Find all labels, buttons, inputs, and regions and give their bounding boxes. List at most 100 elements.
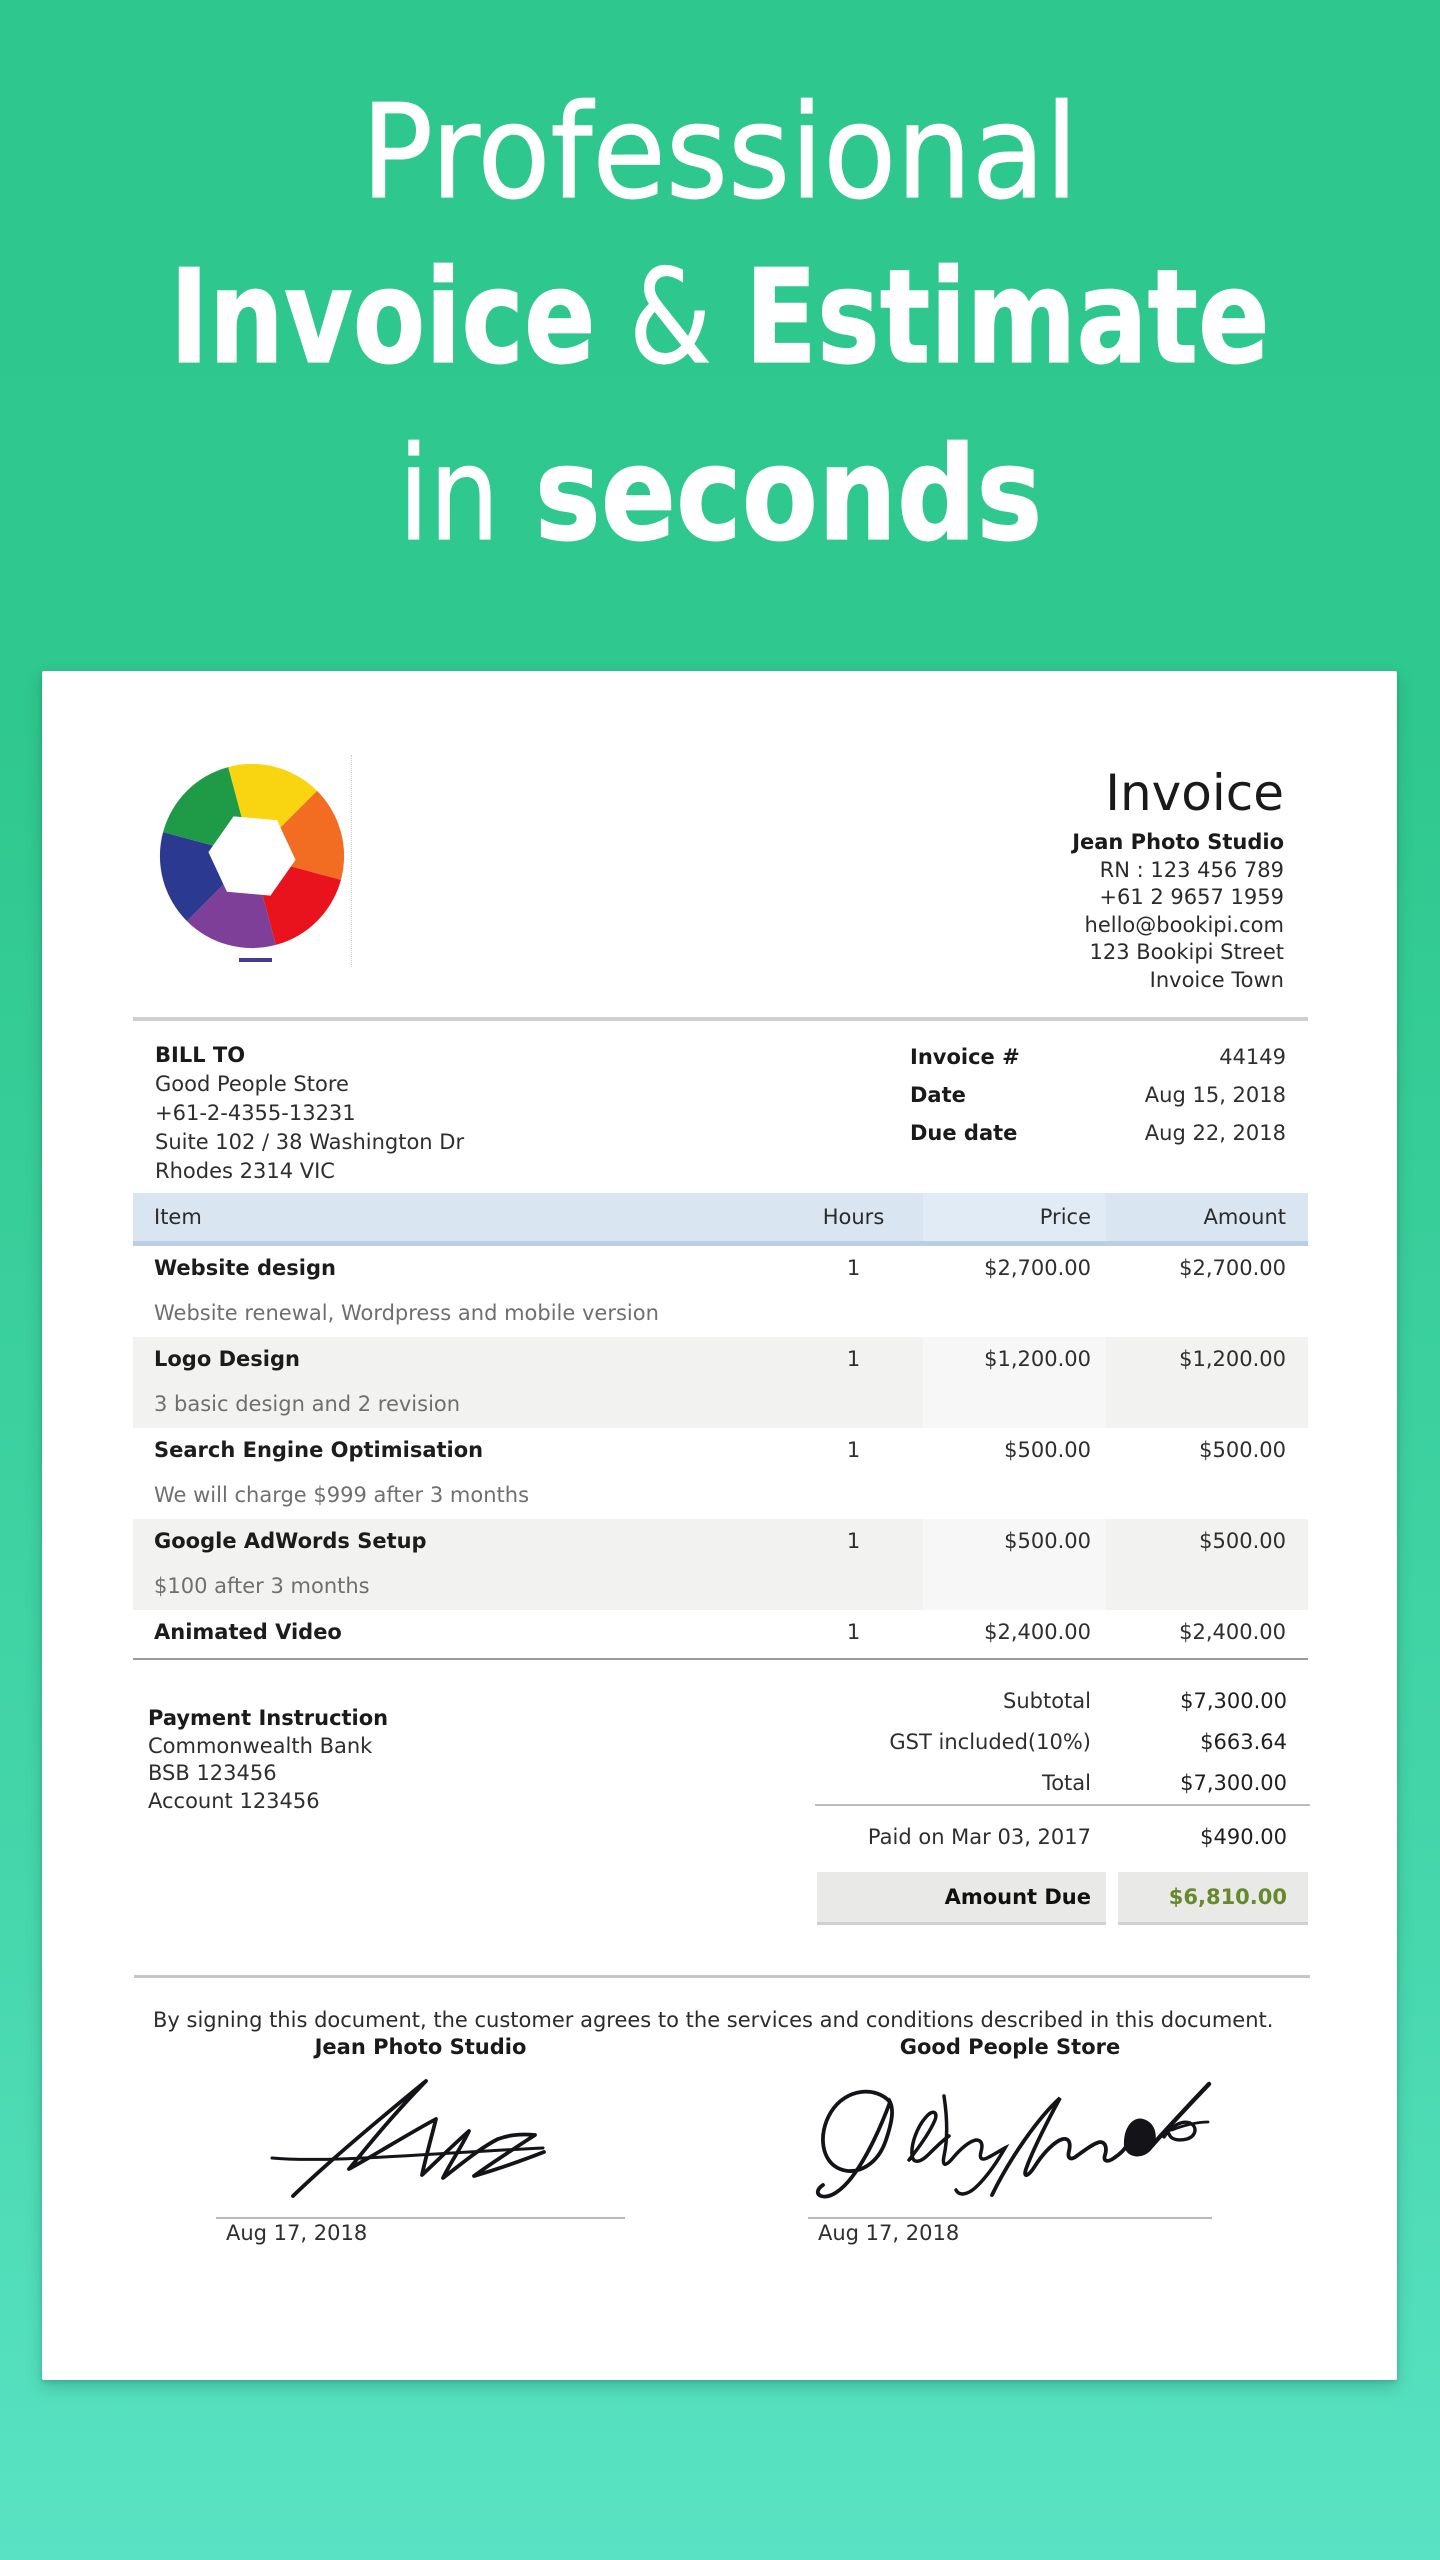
meta-row: Due date Aug 22, 2018 [910, 1114, 1286, 1152]
signing-statement: By signing this document, the customer a… [153, 2008, 1274, 2032]
item-row-cells: Google AdWords Setup 1 $500.00 $500.00 [133, 1526, 1308, 1556]
item-hours: 1 [846, 1620, 861, 1644]
payment-bank: Commonwealth Bank [148, 1733, 373, 1758]
item-row-cells: Logo Design 1 $1,200.00 $1,200.00 [133, 1344, 1308, 1374]
item-row-cells: Search Engine Optimisation 1 $500.00 $500.0… [133, 1435, 1308, 1465]
company-logo-shutter-icon [159, 763, 345, 949]
paid-row-cells: Paid on Mar 03, 2017 $490.00 [817, 1817, 1308, 1858]
item-name: Google AdWords Setup [154, 1529, 427, 1553]
hero-line-2-text: Invoice & Estimate [170, 251, 1271, 382]
item-description: $100 after 3 months [154, 1574, 370, 1598]
item-row: Search Engine Optimisation 1 $500.00 $500.0… [133, 1428, 1308, 1519]
total-row: GST included(10%) $663.64 [817, 1722, 1308, 1763]
meta-label: Date [910, 1083, 966, 1107]
item-description: 3 basic design and 2 revision [154, 1392, 461, 1416]
hero-line-1: Professional [0, 86, 1440, 217]
item-price: $2,700.00 [984, 1256, 1091, 1280]
meta-value: 44149 [1219, 1045, 1286, 1069]
bill-to-address-1: Suite 102 / 38 Washington Dr [155, 1130, 465, 1154]
item-row: Animated Video 1 $2,400.00 $2,400.00 [133, 1610, 1308, 1660]
column-header-amount: Amount [1203, 1205, 1286, 1229]
items-table-header: Item Hours Price Amount [133, 1193, 1308, 1246]
total-label: Total [1041, 1771, 1091, 1795]
company-phone: +61 2 9657 1959 [1099, 885, 1284, 909]
item-name: Website design [154, 1256, 336, 1280]
meta-row: Invoice # 44149 [910, 1038, 1286, 1076]
item-description: We will charge $999 after 3 months [154, 1483, 530, 1507]
bill-to-address-2: Rhodes 2314 VIC [155, 1159, 335, 1183]
item-price: $500.00 [1004, 1529, 1091, 1553]
total-label: Subtotal [1003, 1689, 1091, 1713]
item-description: Website renewal, Wordpress and mobile ve… [154, 1301, 659, 1325]
invoice-title: Invoice [1105, 764, 1284, 822]
hero-line-3-text: in seconds [397, 428, 1042, 559]
item-row: Website design 1 $2,700.00 $2,700.00 Website… [133, 1246, 1308, 1337]
signature-scribble-customer [815, 2081, 1212, 2199]
items-table-body: Website design 1 $2,700.00 $2,700.00 Website… [133, 1246, 1308, 1660]
items-table: Item Hours Price Amount Website design 1 $… [133, 1193, 1308, 1660]
signature-name-customer: Good People Store [899, 2035, 1121, 2059]
company-address-1: 123 Bookipi Street [1089, 940, 1284, 964]
column-header-hours: Hours [822, 1205, 885, 1229]
totals-divider [815, 1804, 1310, 1806]
company-rn: RN : 123 456 789 [1099, 857, 1284, 882]
item-hours: 1 [846, 1438, 861, 1462]
item-row: Google AdWords Setup 1 $500.00 $500.00 $100 … [133, 1519, 1308, 1610]
item-hours: 1 [846, 1347, 861, 1371]
hero-ampersand: & [629, 241, 712, 393]
company-name: Jean Photo Studio [1072, 830, 1284, 854]
payment-instruction-block: Payment Instruction Commonwealth Bank BS… [148, 1705, 388, 1815]
bill-to-block: BILL TO Good People Store +61-2-4355-132… [155, 1041, 464, 1186]
hero-word-invoice: Invoice [169, 241, 597, 393]
meta-label: Due date [910, 1121, 1018, 1145]
item-amount: $2,700.00 [1179, 1256, 1286, 1280]
item-amount: $1,200.00 [1179, 1347, 1286, 1371]
signature-date-company: Aug 17, 2018 [226, 2221, 368, 2245]
payment-account: Account 123456 [148, 1788, 320, 1813]
hero-word-professional: Professional [361, 76, 1079, 228]
paid-value: $490.00 [1200, 1825, 1287, 1849]
item-price: $500.00 [1004, 1438, 1091, 1462]
signature-block-customer: Good People Store Aug 17, 2018 [808, 2032, 1212, 2245]
column-header-price: Price [923, 1193, 1106, 1241]
item-amount: $500.00 [1199, 1529, 1286, 1553]
item-amount: $500.00 [1199, 1438, 1286, 1462]
amount-due-value: $6,810.00 [1118, 1872, 1308, 1925]
totals-block: Subtotal $7,300.00 GST included(10%) $663.6… [817, 1681, 1308, 1804]
total-value: $7,300.00 [1180, 1689, 1287, 1713]
company-email: hello@bookipi.com [1084, 912, 1284, 937]
total-label: GST included(10%) [889, 1730, 1091, 1754]
item-name: Search Engine Optimisation [154, 1438, 484, 1462]
item-hours: 1 [846, 1529, 861, 1553]
paid-row: Paid on Mar 03, 2017 $490.00 [817, 1817, 1308, 1858]
bill-to-label: BILL TO [155, 1043, 246, 1067]
company-block: Jean Photo Studio RN : 123 456 789 +61 2… [1072, 829, 1284, 994]
bill-to-name: Good People Store [155, 1072, 349, 1096]
signature-scribble-company [270, 2079, 546, 2198]
invoice-meta: Invoice # 44149 Date Aug 15, 2018 Due date Au… [910, 1038, 1286, 1152]
total-row: Total $7,300.00 [817, 1763, 1308, 1804]
footer-divider [134, 1975, 1310, 1978]
item-row: Logo Design 1 $1,200.00 $1,200.00 3 basic de… [133, 1337, 1308, 1428]
word-space [712, 241, 746, 393]
hero-line-2: Invoice & Estimate [0, 251, 1440, 382]
item-row-cells: Website design 1 $2,700.00 $2,700.00 [133, 1253, 1308, 1283]
logo-underline-mark [239, 958, 272, 962]
total-value: $663.64 [1200, 1730, 1287, 1754]
item-price: $2,400.00 [984, 1620, 1091, 1644]
payment-instruction-title: Payment Instruction [148, 1706, 389, 1730]
meta-value: Aug 15, 2018 [1144, 1083, 1286, 1107]
invoice-card: Invoice Jean Photo Studio RN : 123 456 7… [42, 671, 1397, 2380]
item-hours: 1 [846, 1256, 861, 1280]
item-price: $1,200.00 [984, 1347, 1091, 1371]
item-name: Animated Video [154, 1620, 342, 1644]
item-row-cells: Animated Video 1 $2,400.00 $2,400.00 [133, 1617, 1308, 1647]
amount-due-row: Amount Due $6,810.00 [817, 1872, 1308, 1925]
signature-date-customer: Aug 17, 2018 [818, 2221, 960, 2245]
word-space [499, 418, 534, 570]
item-amount: $2,400.00 [1179, 1620, 1286, 1644]
signature-name-company: Jean Photo Studio [314, 2035, 527, 2059]
hero-line-1-text: Professional [361, 86, 1079, 217]
amount-due-label: Amount Due [817, 1872, 1106, 1925]
total-row: Subtotal $7,300.00 [817, 1681, 1308, 1722]
